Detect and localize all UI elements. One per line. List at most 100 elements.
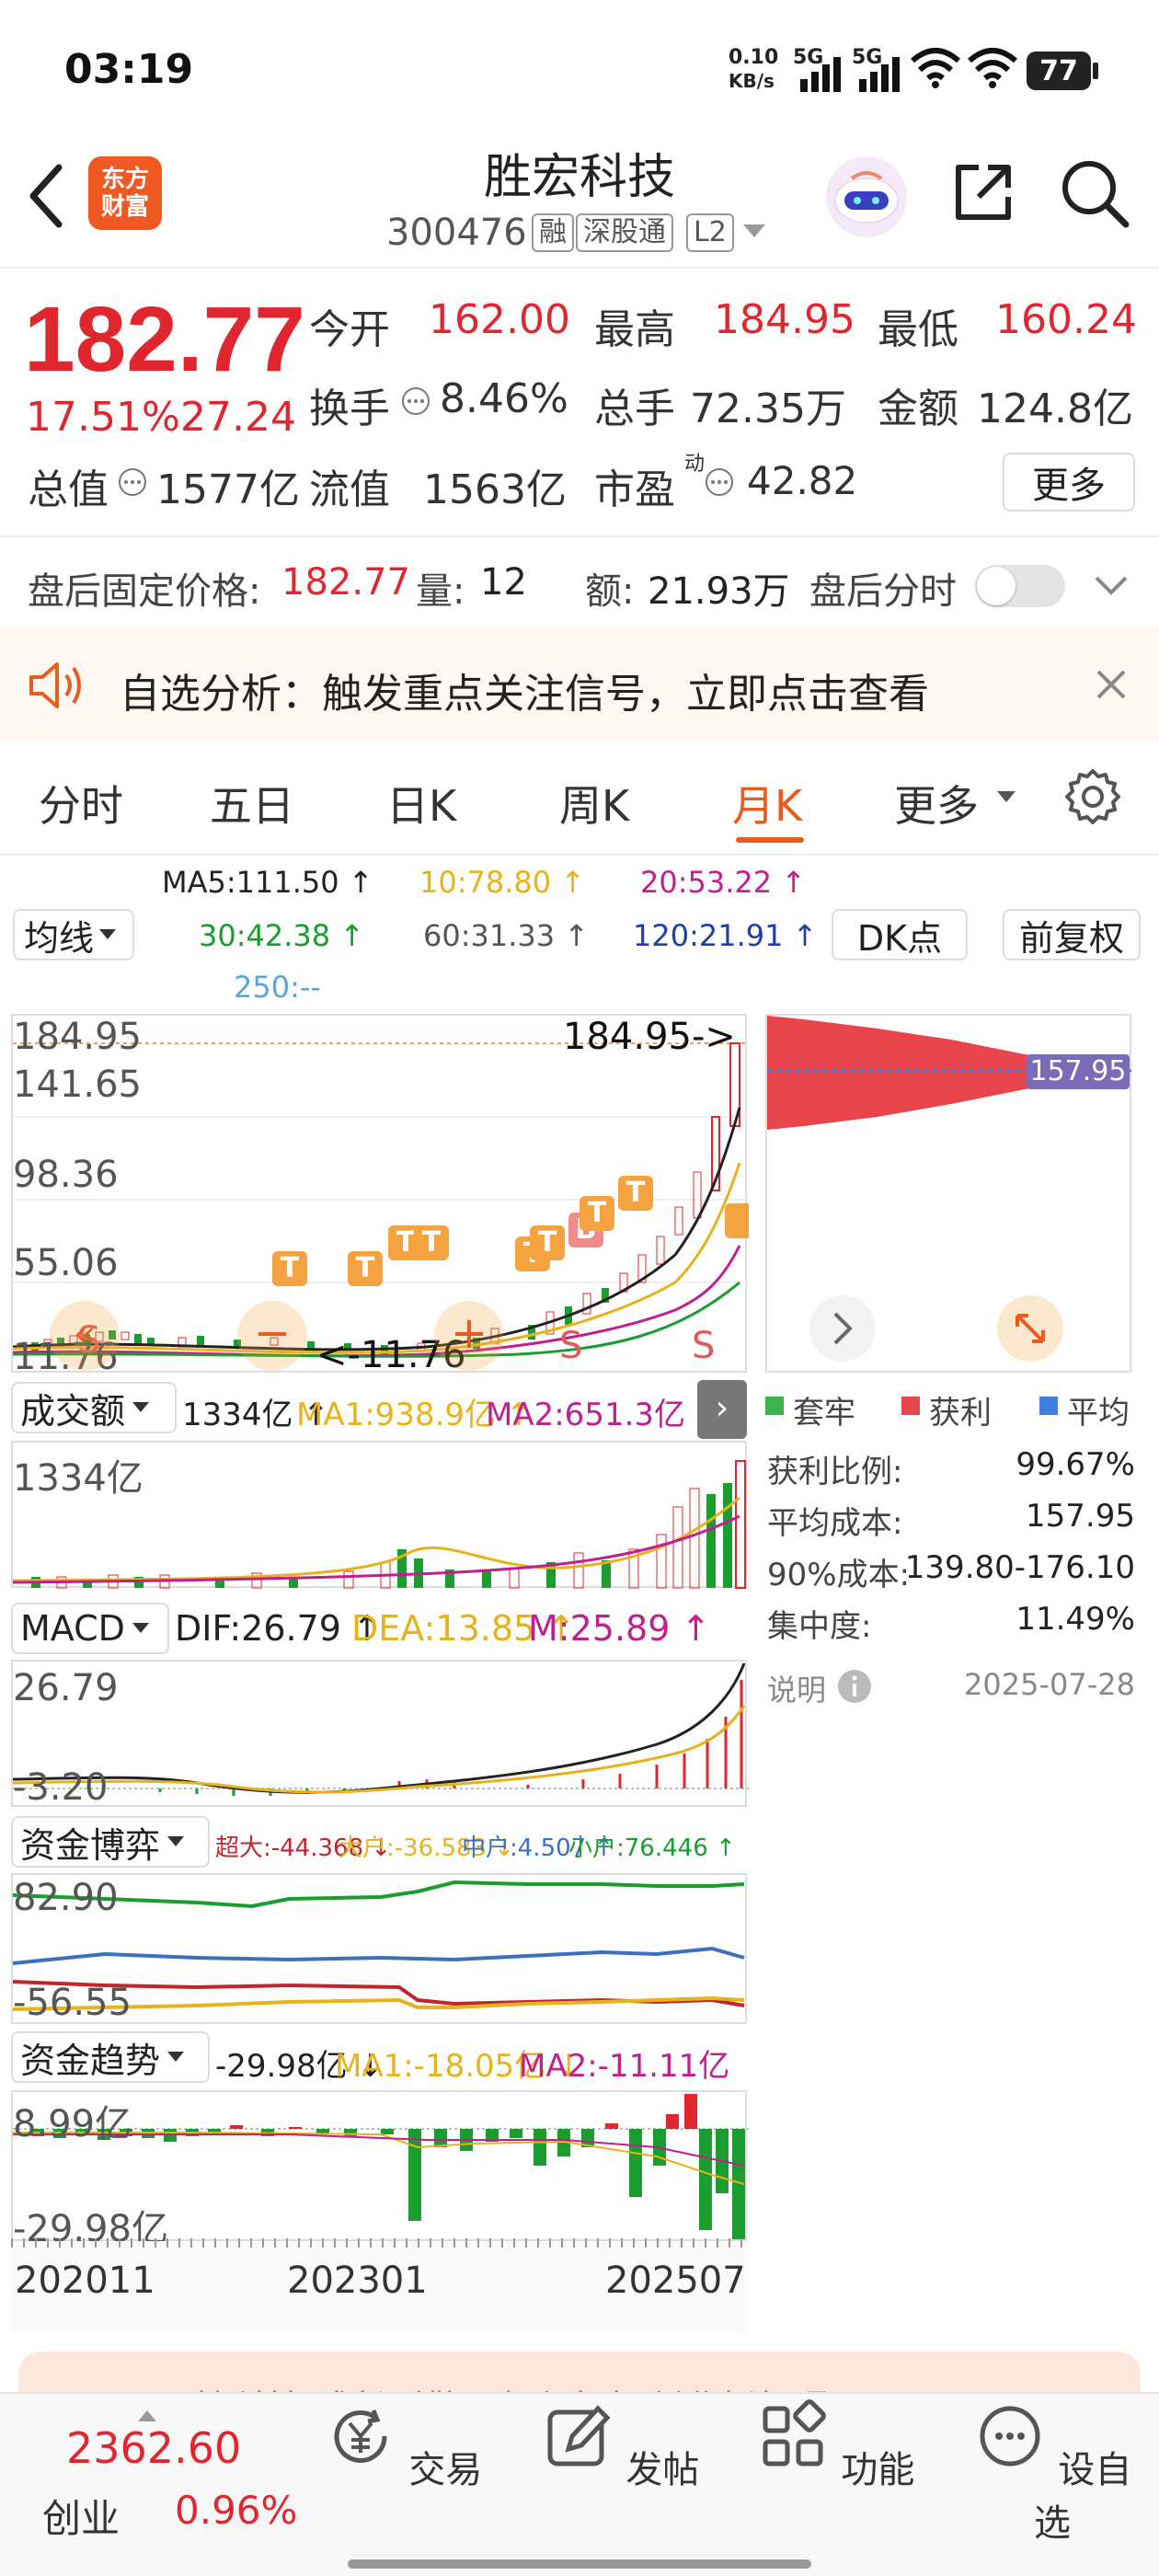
chip-note-label[interactable]: 说明	[767, 1667, 826, 1709]
price-adjust-button[interactable]: 前复权	[1003, 909, 1141, 960]
settings-gear-icon[interactable]	[1063, 767, 1122, 826]
float-cap-value: 1563亿	[423, 466, 567, 513]
alert-banner-text: 自选分析：触发重点关注信号，立即点击查看	[120, 671, 929, 718]
kline-y-label-2: 141.65	[13, 1064, 142, 1106]
macd-selector-label: MACD	[20, 1608, 125, 1649]
close-icon[interactable]	[1095, 668, 1128, 701]
fund-medium-line	[12, 1946, 745, 1965]
change-percent: 17.51%	[26, 394, 180, 441]
macd-y-top: 26.79	[13, 1667, 119, 1709]
nav-trade[interactable]: 交易	[311, 2392, 495, 2493]
dk-point-label: DK点	[856, 917, 943, 959]
expand-panel-button[interactable]: ›	[697, 1380, 747, 1439]
tab-five-day[interactable]: 五日	[210, 773, 294, 834]
t-marker[interactable]: T	[348, 1251, 383, 1286]
after-hours-toggle[interactable]	[975, 565, 1065, 607]
chevron-right-icon[interactable]	[808, 1294, 878, 1363]
assistant-robot-icon[interactable]	[824, 155, 909, 239]
pe-label: 市盈	[594, 466, 675, 513]
macd-dif-line	[12, 1662, 746, 1794]
chip-stat-label: 90%成本:	[767, 1557, 911, 1593]
dropdown-triangle-icon[interactable]	[743, 224, 765, 239]
t-marker[interactable]: T	[580, 1196, 614, 1231]
share-icon[interactable]	[951, 160, 1016, 224]
ma60-value: 60:31.33 ↑	[423, 918, 590, 953]
index-change: 0.96%	[175, 2488, 298, 2533]
legend-swatch-profit	[901, 1397, 920, 1415]
alert-banner[interactable]: 自选分析：触发重点关注信号，立即点击查看	[0, 629, 1159, 740]
fund-game-selector-button[interactable]: 资金博弈	[11, 1816, 210, 1868]
tab-monthly[interactable]: 月K	[732, 773, 802, 834]
more-button[interactable]: 更多	[1003, 453, 1135, 512]
dropdown-triangle-icon	[99, 929, 117, 939]
after-hours-price-label: 盘后固定价格:	[28, 570, 261, 613]
index-widget[interactable]: 2362.60 创业 0.96%	[28, 2410, 304, 2548]
legend-swatch-trapped	[765, 1397, 784, 1415]
pe-value: 42.82	[747, 458, 858, 503]
chip-legend: 套牢 获利 平均	[765, 1386, 1133, 1432]
legend-label-profit: 获利	[929, 1395, 992, 1432]
zoom-out-button[interactable]: −	[237, 1301, 307, 1371]
ma-selector-button[interactable]: 均线	[13, 909, 134, 960]
info-dots-icon[interactable]	[401, 386, 430, 416]
x-axis-ticks	[11, 2238, 747, 2248]
kline-y-label-1: 184.95	[13, 1016, 142, 1058]
kline-chart[interactable]: 184.95 141.65 98.36 55.06 11.76 184.95->…	[11, 1014, 749, 1378]
index-value: 2362.60	[66, 2423, 242, 2473]
ma120-value: 120:21.91 ↑	[633, 918, 818, 953]
volume-ma2: MA2:651.3亿 ↑	[486, 1397, 722, 1433]
t-marker[interactable]: T	[618, 1176, 653, 1211]
nav-post[interactable]: 发帖	[528, 2392, 712, 2493]
volume-ma1-line	[12, 1496, 740, 1582]
t-marker[interactable]: T	[414, 1225, 449, 1260]
kline-y-label-3: 98.36	[13, 1154, 119, 1196]
tab-more[interactable]: 更多	[894, 773, 979, 834]
market-cap-value: 1577亿	[156, 466, 300, 513]
up-triangle-icon	[138, 2410, 156, 2421]
trade-yen-icon	[334, 2409, 387, 2463]
macd-histogram	[158, 1680, 743, 1796]
legend-swatch-average	[1039, 1397, 1058, 1415]
nav-add-watchlist-label: 设自选	[1034, 2449, 1132, 2545]
x-axis-label-end: 202507	[605, 2260, 746, 2302]
tab-intraday[interactable]: 分时	[39, 773, 123, 834]
s-marker: S	[692, 1325, 716, 1367]
fund-game-y-bottom: -56.55	[13, 1982, 132, 2024]
scroll-left-button[interactable]: «	[50, 1301, 120, 1371]
chip-stat-label: 获利比例:	[767, 1454, 903, 1490]
nav-functions-label: 功能	[841, 2449, 915, 2491]
search-icon[interactable]	[1060, 158, 1130, 228]
tab-weekly[interactable]: 周K	[559, 773, 629, 834]
tab-daily[interactable]: 日K	[386, 773, 456, 834]
info-dots-icon-3[interactable]	[705, 467, 734, 497]
price-adjust-label: 前复权	[1018, 917, 1124, 959]
chip-stat-value: 139.80-176.10	[904, 1549, 1135, 1586]
macd-dea-line	[12, 1705, 746, 1794]
t-marker-right[interactable]	[725, 1203, 749, 1238]
t-marker[interactable]: T	[530, 1225, 565, 1260]
fund-game-chart: 82.90 -56.55	[11, 1873, 747, 2024]
nav-add-watchlist[interactable]: 设自选	[960, 2392, 1144, 2547]
battery-tip	[1093, 63, 1098, 79]
chip-stat-value: 99.67%	[1016, 1446, 1135, 1483]
macd-selector-button[interactable]: MACD	[11, 1603, 169, 1654]
dk-point-button[interactable]: DK点	[832, 909, 968, 960]
fund-trend-selector-button[interactable]: 资金趋势	[11, 2031, 210, 2083]
expand-icon[interactable]	[995, 1294, 1065, 1363]
t-marker[interactable]: T	[272, 1251, 307, 1286]
fund-trend-selector-label: 资金趋势	[20, 2040, 161, 2081]
info-dots-icon-2[interactable]	[118, 467, 147, 497]
volume-header: 成交额 1334亿 ↑ MA1:938.9亿 ↑ MA2:651.3亿 ↑ ›	[11, 1380, 747, 1439]
zoom-in-button[interactable]: +	[434, 1301, 504, 1371]
chevron-down-icon[interactable]	[1095, 574, 1128, 596]
chip-distribution[interactable]: 157.95	[765, 1014, 1133, 1373]
amount-label: 金额	[878, 385, 958, 432]
info-icon[interactable]	[837, 1669, 872, 1704]
volume-value: 72.35万	[690, 385, 846, 432]
volume-label: 总手	[594, 385, 675, 432]
turnover-value: 8.46%	[440, 375, 568, 422]
app-header: 东方 财富 胜宏科技 300476 融 深股通 L2	[0, 138, 1159, 267]
macd-chart: 26.79 -3.20	[11, 1660, 749, 1809]
volume-selector-button[interactable]: 成交额	[11, 1382, 177, 1433]
nav-functions[interactable]: 功能	[743, 2392, 927, 2493]
